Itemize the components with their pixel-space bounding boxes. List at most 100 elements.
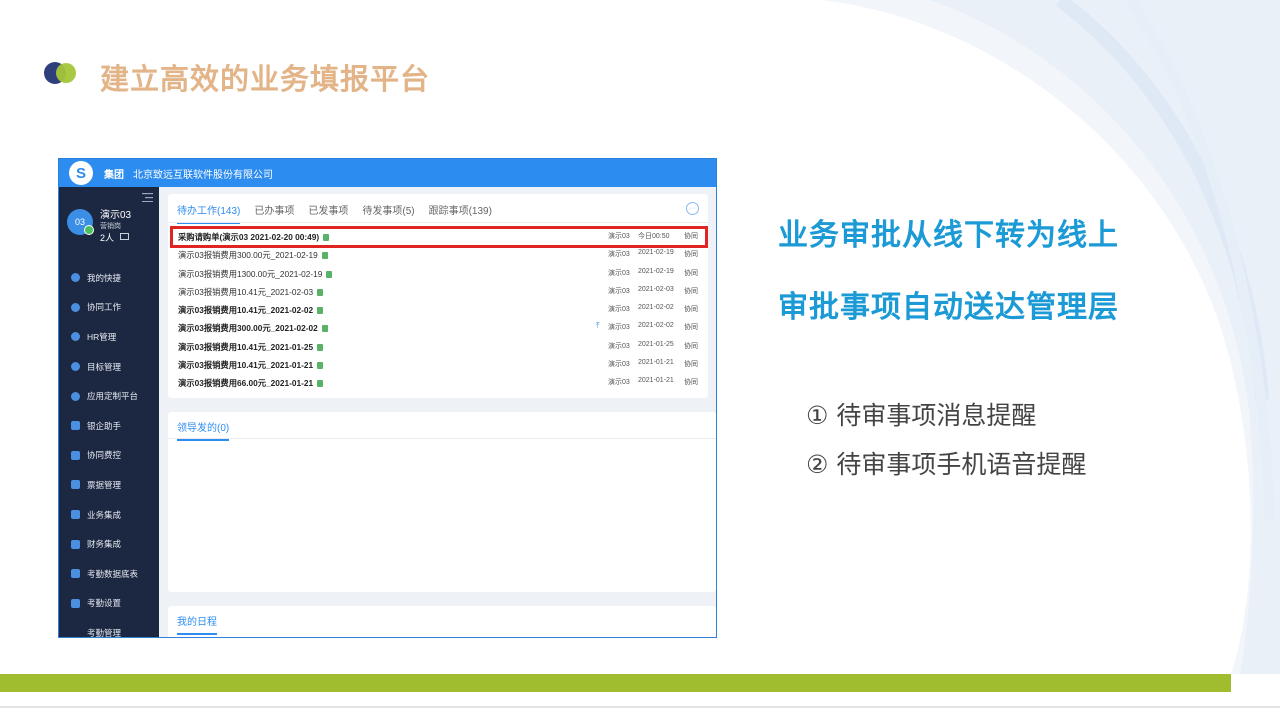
item-category: 协同: [684, 342, 698, 350]
shortcut-icon: [71, 273, 80, 283]
item-date: 2021-02-19: [638, 249, 674, 257]
item-date: 2021-02-03: [638, 285, 674, 293]
user-dept: 营销岗: [100, 223, 121, 230]
item-category: 协同: [684, 324, 698, 332]
divider: [168, 222, 708, 223]
attachment-icon: [317, 343, 324, 351]
bullet-1: ① 待审事项消息提醒: [806, 401, 1037, 430]
sidebar-item-shortcut[interactable]: 我的快捷: [59, 263, 159, 293]
item-sender: 演示03: [608, 287, 630, 295]
document-icon: [71, 421, 80, 431]
sidebar-item-attendance-manage[interactable]: 考勤管理: [59, 618, 159, 637]
mail-icon[interactable]: [120, 233, 129, 240]
sidebar-item-hr[interactable]: HR管理: [59, 322, 159, 352]
attachment-icon: [317, 380, 324, 388]
tab-schedule[interactable]: 我的日程: [177, 613, 217, 635]
tab-to-send[interactable]: 待发事项(5): [362, 202, 414, 224]
online-check-icon: [84, 225, 94, 235]
item-category: 协同: [684, 269, 698, 277]
attachment-icon: [317, 288, 324, 296]
item-category: 协同: [684, 361, 698, 369]
item-category: 协同: [684, 287, 698, 295]
list-item[interactable]: 演示03报销费用300.00元_2021-02-02 ⤒ 演示03 2021-02-0…: [168, 318, 708, 336]
item-subject[interactable]: 演示03报销费用10.41元_2021-01-25: [178, 341, 324, 353]
divider: [0, 706, 1280, 708]
tab-bar: 待办工作(143) 已办事项 已发事项 待发事项(5) 跟踪事项(139): [177, 202, 506, 224]
side-menu: 我的快捷 协同工作 HR管理 目标管理 应用定制平台 银企助手 协同费控 票据管…: [59, 263, 159, 637]
item-subject[interactable]: 演示03报销费用10.41元_2021-02-03: [178, 286, 324, 298]
item-category: 协同: [684, 306, 698, 314]
tab-done[interactable]: 已办事项: [254, 202, 294, 224]
item-date: 2021-01-21: [638, 377, 674, 385]
attachment-icon: [321, 252, 328, 260]
sidebar-item-target[interactable]: 目标管理: [59, 352, 159, 382]
item-date: 2021-01-25: [638, 340, 674, 348]
headline-1: 业务审批从线下转为线上: [778, 218, 1119, 253]
list-item[interactable]: 演示03报销费用300.00元_2021-02-19 演示03 2021-02-19…: [168, 245, 708, 263]
sidebar-item-finance[interactable]: 财务集成: [59, 529, 159, 559]
tab-tracking[interactable]: 跟踪事项(139): [429, 202, 492, 224]
list-item[interactable]: 演示03报销费用10.41元_2021-01-21 演示03 2021-01-21 协…: [168, 355, 708, 373]
group-label[interactable]: 集团: [104, 166, 124, 181]
item-subject[interactable]: 演示03报销费用300.00元_2021-02-02: [178, 322, 328, 334]
item-subject[interactable]: 演示03报销费用1300.00元_2021-02-19: [178, 268, 333, 280]
item-sender: 演示03: [608, 342, 630, 350]
list-item[interactable]: 演示03报销费用66.00元_2021-01-21 演示03 2021-01-21 协…: [168, 373, 708, 391]
list-item[interactable]: 演示03报销费用1300.00元_2021-02-19 演示03 2021-02-1…: [168, 264, 708, 282]
sidebar-item-attendance-data[interactable]: 考勤数据底表: [59, 559, 159, 589]
schedule-panel: 我的日程: [168, 606, 716, 637]
settings-form-icon: [71, 598, 80, 608]
cost-control-icon: [71, 450, 80, 460]
item-subject[interactable]: 演示03报销费用66.00元_2021-01-21: [178, 377, 324, 389]
swirl-logo-icon[interactable]: S: [69, 161, 93, 185]
item-date: 2021-02-02: [638, 322, 674, 330]
user-name[interactable]: 演示03: [100, 206, 131, 221]
sidebar-item-bills[interactable]: 票据管理: [59, 470, 159, 500]
sidebar-item-bank[interactable]: 银企助手: [59, 411, 159, 441]
bullet-2: ② 待审事项手机语音提醒: [806, 450, 1087, 479]
target-icon: [71, 362, 80, 372]
tab-sent[interactable]: 已发事项: [308, 202, 348, 224]
more-icon[interactable]: ···: [686, 202, 699, 215]
sidebar-item-platform[interactable]: 应用定制平台: [59, 381, 159, 411]
leader-panel: 领导发的(0): [168, 412, 716, 592]
document-icon: [71, 539, 80, 549]
item-date: 2021-01-21: [638, 359, 674, 367]
divider: [168, 438, 716, 439]
headline-2: 审批事项自动送达管理层: [778, 290, 1119, 325]
sidebar-item-business[interactable]: 业务集成: [59, 500, 159, 530]
pending-list: 采购请购单(演示03 2021-02-20 00:49) 演示03 今日00:50 协…: [168, 227, 708, 392]
sidebar-item-cost-control[interactable]: 协同费控: [59, 441, 159, 471]
item-sender: 演示03: [608, 269, 630, 277]
sidebar-item-attendance-settings[interactable]: 考勤设置: [59, 589, 159, 619]
item-sender: 演示03: [608, 361, 630, 369]
item-subject[interactable]: 演示03报销费用10.41元_2021-01-21: [178, 359, 324, 371]
attachment-icon: [326, 270, 333, 278]
app-topbar: S 集团 北京致远互联软件股份有限公司: [59, 159, 716, 187]
list-item[interactable]: 演示03报销费用10.41元_2021-01-25 演示03 2021-01-25 协…: [168, 337, 708, 355]
document-icon: [71, 480, 80, 490]
item-subject[interactable]: 演示03报销费用10.41元_2021-02-02: [178, 304, 324, 316]
hr-icon: [71, 332, 80, 342]
tab-pending[interactable]: 待办工作(143): [177, 202, 241, 224]
sidebar: 03 演示03 营销岗 2人 我的快捷 协同工作 HR管理 目标管理 应用定制平…: [59, 187, 159, 637]
user-count[interactable]: 2人: [100, 231, 114, 244]
item-date: 2021-02-02: [638, 304, 674, 312]
accent-bar: [0, 674, 1231, 692]
item-category: 协同: [684, 251, 698, 259]
item-sender: 演示03: [608, 251, 630, 259]
item-sender: 演示03: [608, 379, 630, 387]
highlight-box: [170, 226, 708, 248]
document-icon: [71, 510, 80, 520]
item-sender: 演示03: [608, 306, 630, 314]
item-subject[interactable]: 演示03报销费用300.00元_2021-02-19: [178, 249, 328, 261]
slide-title: 建立高效的业务填报平台: [100, 62, 431, 96]
menu-collapse-icon[interactable]: [142, 193, 153, 202]
pin-icon[interactable]: ⤒: [596, 321, 600, 331]
platform-icon: [71, 391, 80, 401]
sidebar-item-collaboration[interactable]: 协同工作: [59, 293, 159, 323]
list-item[interactable]: 演示03报销费用10.41元_2021-02-02 演示03 2021-02-02 协…: [168, 300, 708, 318]
collaboration-icon: [71, 302, 80, 312]
list-item[interactable]: 演示03报销费用10.41元_2021-02-03 演示03 2021-02-03 协…: [168, 282, 708, 300]
company-name: 北京致远互联软件股份有限公司: [133, 169, 273, 181]
